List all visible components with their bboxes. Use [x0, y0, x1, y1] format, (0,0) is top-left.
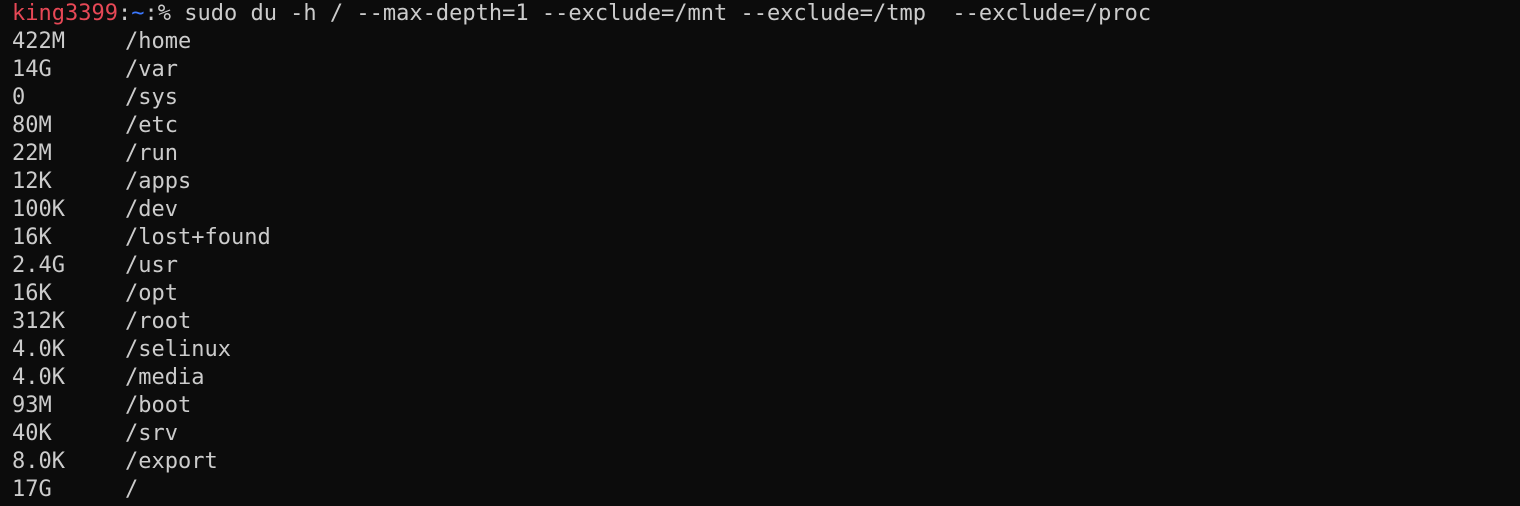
output-path: /usr — [125, 253, 178, 278]
output-size: 40K — [12, 421, 52, 446]
output-size: 93M — [12, 393, 52, 418]
output-path: / — [125, 477, 139, 502]
output-size: 80M — [12, 113, 52, 138]
output-size: 22M — [12, 141, 52, 166]
output-row: 312K/root — [12, 308, 1508, 336]
command-text[interactable]: sudo du -h / --max-depth=1 --exclude=/mn… — [184, 0, 1151, 28]
output-path: /selinux — [125, 337, 231, 362]
output-row: 422M/home — [12, 28, 1508, 56]
output-size: 17G — [12, 477, 52, 502]
output-size: 312K — [12, 309, 65, 334]
output-row: 17G / — [12, 476, 1508, 504]
output-row: 16K/opt — [12, 280, 1508, 308]
prompt-user: king3399 — [12, 1, 118, 26]
output-path: /var — [125, 57, 178, 82]
output-path: /lost+found — [125, 225, 271, 250]
output-path: /apps — [125, 169, 192, 194]
output-size: 16K — [12, 281, 52, 306]
output-row: 40K/srv — [12, 420, 1508, 448]
output-path: /home — [125, 29, 192, 54]
output-size: 422M — [12, 29, 65, 54]
prompt-separator: : — [117, 1, 132, 26]
output-path: /etc — [125, 113, 178, 138]
output-path: /opt — [125, 281, 178, 306]
output-row: 93M/boot — [12, 392, 1508, 420]
command-line: king3399: ~:% sudo du -h / --max-depth=1 … — [12, 0, 1508, 28]
output-size: 2.4G — [12, 253, 65, 278]
output-size: 4.0K — [12, 337, 65, 362]
output-path: /dev — [125, 197, 178, 222]
output-path: /boot — [125, 393, 192, 418]
output-path: /root — [125, 309, 192, 334]
output-row: 80M/etc — [12, 112, 1508, 140]
prompt-directory: ~ — [131, 1, 145, 26]
output-size: 100K — [12, 197, 65, 222]
output-row: 4.0K/selinux — [12, 336, 1508, 364]
output-path: /media — [125, 365, 205, 390]
output-row: 100K/dev — [12, 196, 1508, 224]
output-size: 4.0K — [12, 365, 65, 390]
output-size: 14G — [12, 57, 52, 82]
output-row: 0/sys — [12, 84, 1508, 112]
output-row: 8.0K/export — [12, 448, 1508, 476]
output-path: /sys — [125, 85, 178, 110]
output-row: 4.0K/media — [12, 364, 1508, 392]
output-row: 2.4G/usr — [12, 252, 1508, 280]
output-size: 8.0K — [12, 449, 65, 474]
output-path: /run — [125, 141, 178, 166]
output-path: /export — [125, 449, 218, 474]
output-size: 0 — [12, 85, 26, 110]
output-size: 16K — [12, 225, 52, 250]
output-path: /srv — [125, 421, 178, 446]
prompt-symbol: :% — [144, 1, 185, 26]
terminal-window[interactable]: king3399: ~:% sudo du -h / --max-depth=1 … — [0, 0, 1520, 506]
output-size: 12K — [12, 169, 52, 194]
output-row: 14G/var — [12, 56, 1508, 84]
output-row: 12K/apps — [12, 168, 1508, 196]
output-row: 22M/run — [12, 140, 1508, 168]
output-row: 16K/lost+found — [12, 224, 1508, 252]
